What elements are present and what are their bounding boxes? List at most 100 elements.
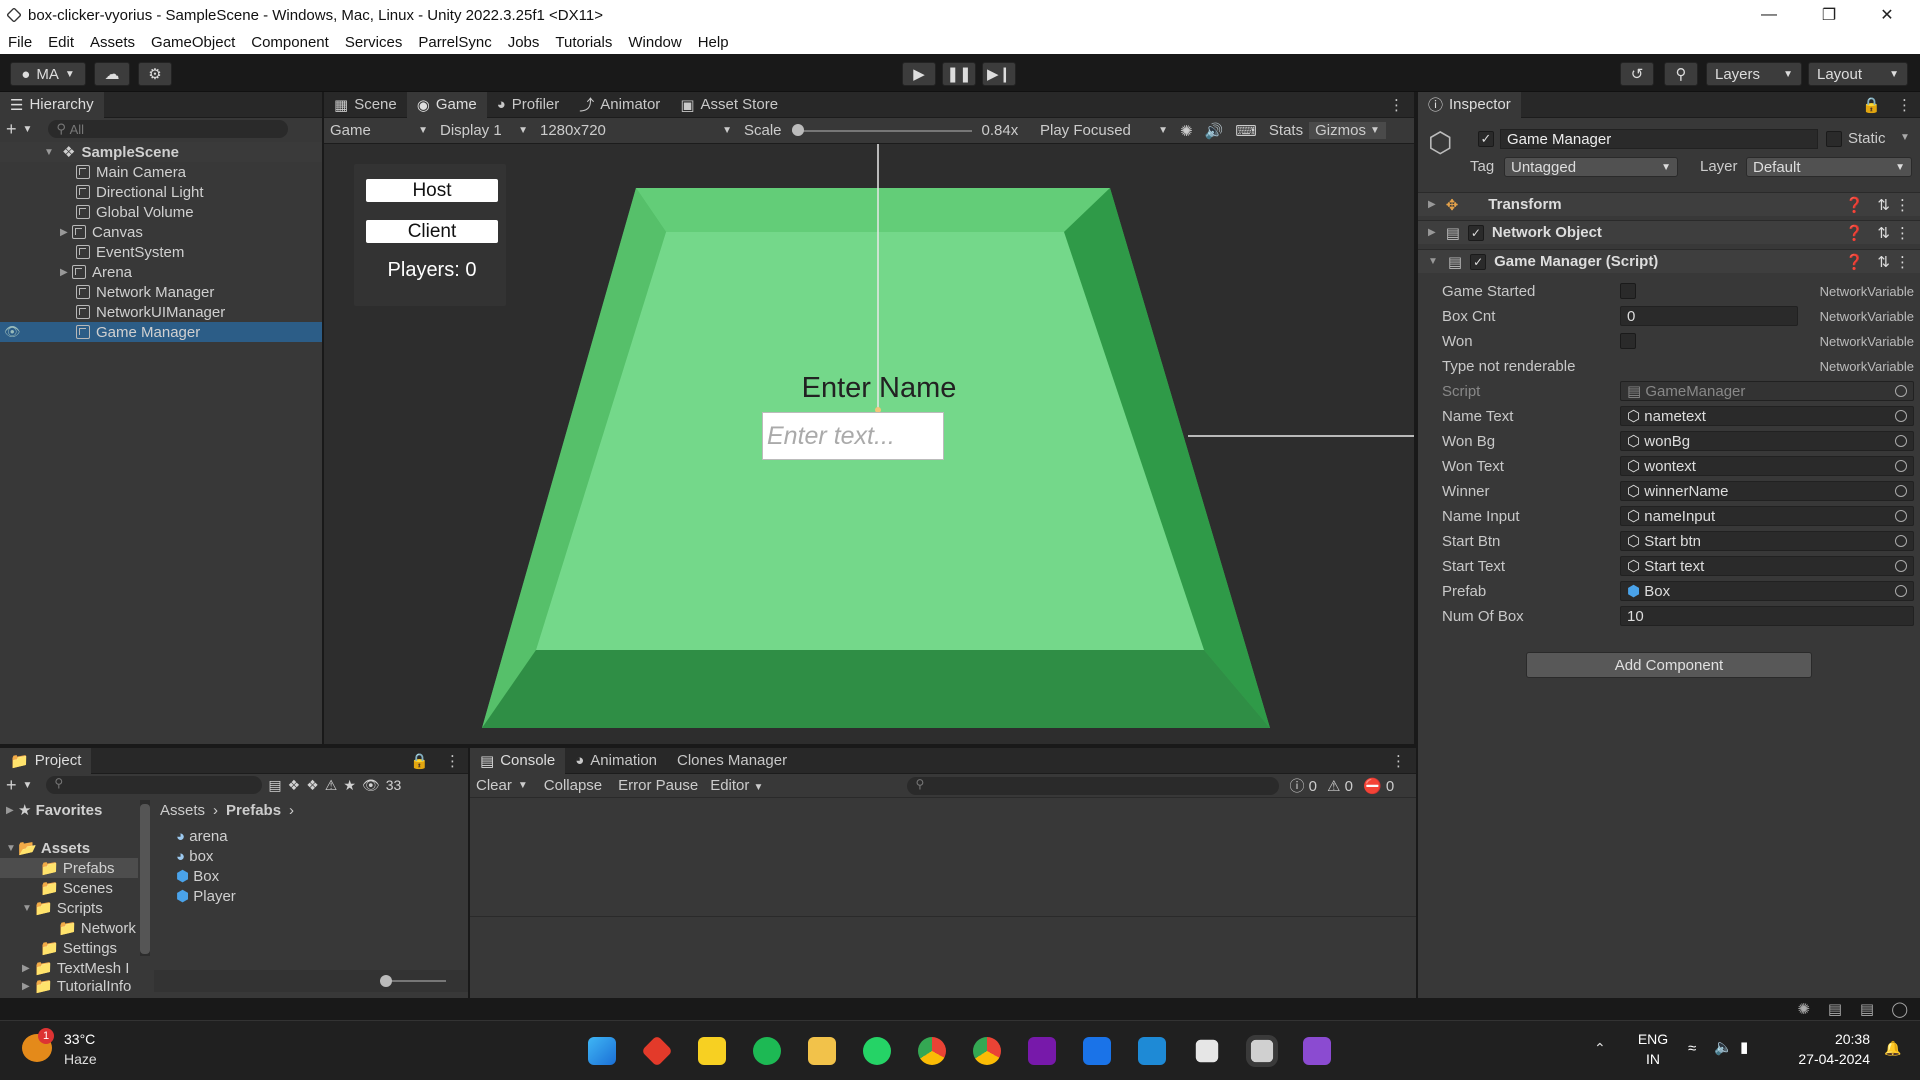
- object-picker-icon[interactable]: [1895, 435, 1907, 447]
- menu-edit[interactable]: Edit: [40, 34, 82, 51]
- unity-editor-icon[interactable]: [1246, 1035, 1279, 1068]
- folder-network[interactable]: 📁 Network: [58, 918, 136, 938]
- folder-scripts[interactable]: ▼ 📁 Scripts: [22, 898, 103, 918]
- folder-textmesh[interactable]: ▶ 📁 TextMesh I: [22, 958, 129, 978]
- tab-animation[interactable]: ◕ Animation: [565, 748, 667, 774]
- help-icon[interactable]: ❓: [1845, 253, 1864, 271]
- minimize-icon[interactable]: —: [1746, 0, 1792, 30]
- asset-item[interactable]: ◕ box: [176, 846, 213, 866]
- history-icon[interactable]: ↺: [1620, 62, 1654, 86]
- help-icon[interactable]: ❓: [1845, 224, 1864, 242]
- lang-primary[interactable]: ENG: [1636, 1031, 1670, 1047]
- whatsapp-icon[interactable]: [863, 1037, 891, 1065]
- clear-options-icon[interactable]: ▼: [518, 780, 536, 791]
- sticky-notes-icon[interactable]: [698, 1037, 726, 1065]
- close-icon[interactable]: ✕: [1864, 0, 1910, 30]
- folder-prefabs[interactable]: 📁 Prefabs: [0, 858, 138, 878]
- more-menu-icon[interactable]: ⋮: [1391, 752, 1406, 770]
- expand-arrow-icon[interactable]: ▶: [60, 227, 72, 238]
- add-icon[interactable]: +: [6, 775, 17, 796]
- num-of-box-input[interactable]: 10: [1620, 606, 1914, 626]
- clock-time[interactable]: 20:38: [1780, 1031, 1870, 1047]
- client-button[interactable]: Client: [366, 220, 498, 243]
- play-button[interactable]: ▶: [902, 62, 936, 86]
- name-text-ref-field[interactable]: ⬡ nametext: [1620, 406, 1914, 426]
- clear-button[interactable]: Clear: [470, 777, 518, 794]
- folder-tutorialinfo[interactable]: ▶ 📁 TutorialInfo: [22, 978, 131, 994]
- layers-dropdown[interactable]: Layers ▼: [1706, 62, 1802, 86]
- host-button[interactable]: Host: [366, 179, 498, 202]
- hierarchy-item[interactable]: Global Volume: [76, 202, 194, 222]
- component-enabled-checkbox[interactable]: ✓: [1467, 224, 1484, 241]
- scene-row[interactable]: ▼ ❖ SampleScene: [0, 142, 322, 162]
- unity-hub-icon[interactable]: [1195, 1039, 1219, 1063]
- favorites-row[interactable]: ▶ ★ Favorites: [6, 800, 102, 820]
- folder-settings[interactable]: 📁 Settings: [40, 938, 117, 958]
- onenote-icon[interactable]: [1028, 1037, 1056, 1065]
- name-input-field[interactable]: Enter text...: [762, 412, 944, 460]
- vscode-icon[interactable]: [1138, 1037, 1166, 1065]
- more-menu-icon[interactable]: ⋮: [1389, 96, 1404, 114]
- hierarchy-item[interactable]: NetworkUIManager: [76, 302, 225, 322]
- object-picker-icon[interactable]: [1895, 485, 1907, 497]
- component-game-manager-header[interactable]: ▼ ▤ ✓ Game Manager (Script) ❓ ⇅ ⋮: [1418, 249, 1920, 273]
- hierarchy-search-input[interactable]: ⚲ All: [48, 120, 289, 138]
- cloud-icon[interactable]: ☁: [94, 62, 130, 86]
- view-dropdown[interactable]: Game ▼: [324, 122, 434, 139]
- menu-parrelsync[interactable]: ParrelSync: [410, 34, 499, 51]
- battery-icon[interactable]: ▮: [1740, 1038, 1748, 1056]
- tab-clones-manager[interactable]: Clones Manager: [667, 748, 797, 774]
- file-explorer-icon[interactable]: [808, 1037, 836, 1065]
- tab-console[interactable]: ▤ Console: [470, 747, 566, 774]
- hierarchy-item[interactable]: Main Camera: [76, 162, 186, 182]
- search-icon[interactable]: ⚲: [1664, 62, 1698, 86]
- won-checkbox[interactable]: [1620, 333, 1636, 349]
- hierarchy-item[interactable]: ▶ Canvas: [60, 222, 143, 242]
- object-name-input[interactable]: Game Manager: [1500, 129, 1818, 149]
- preset-icon[interactable]: ⇅: [1877, 196, 1890, 214]
- scale-slider[interactable]: Scale 0.84x: [738, 122, 1034, 139]
- lock-icon[interactable]: 🔒: [410, 752, 429, 770]
- chrome-profile-icon[interactable]: [973, 1037, 1001, 1065]
- stats-button[interactable]: Stats: [1263, 122, 1309, 139]
- active-checkbox[interactable]: ✓: [1478, 131, 1494, 147]
- filter-label-icon[interactable]: ❖: [288, 777, 301, 794]
- windows-start-icon[interactable]: [588, 1037, 616, 1065]
- layout-dropdown[interactable]: Layout ▼: [1808, 62, 1908, 86]
- warning-filter-icon[interactable]: ⚠: [325, 777, 338, 794]
- tab-hierarchy[interactable]: ☰ Hierarchy: [0, 91, 104, 118]
- tab-scene[interactable]: ▦ Scene: [324, 92, 407, 118]
- network-icon[interactable]: ▤: [1860, 1000, 1874, 1018]
- restore-icon[interactable]: ❐: [1806, 0, 1852, 30]
- hierarchy-item[interactable]: Directional Light: [76, 182, 204, 202]
- preset-icon[interactable]: ⇅: [1877, 253, 1890, 271]
- account-button[interactable]: ● MA ▼: [10, 62, 86, 86]
- star-icon[interactable]: ★: [343, 777, 356, 794]
- audio-icon[interactable]: 🔊: [1199, 122, 1230, 140]
- bug-icon[interactable]: ✺: [1174, 122, 1199, 140]
- menu-window[interactable]: Window: [620, 34, 689, 51]
- spotify-icon[interactable]: [753, 1037, 781, 1065]
- lock-icon[interactable]: 🔒: [1862, 96, 1881, 114]
- box-cnt-input[interactable]: 0: [1620, 306, 1798, 326]
- project-search-input[interactable]: ⚲: [46, 776, 263, 794]
- preset-icon[interactable]: ⇅: [1877, 224, 1890, 242]
- menu-tutorials[interactable]: Tutorials: [547, 34, 620, 51]
- object-picker-icon[interactable]: [1895, 410, 1907, 422]
- menu-jobs[interactable]: Jobs: [500, 34, 548, 51]
- asset-item[interactable]: ⬢ Player: [176, 886, 236, 906]
- tab-inspector[interactable]: ⓘ Inspector: [1418, 91, 1521, 118]
- visual-studio-icon[interactable]: [1303, 1037, 1331, 1065]
- object-picker-icon[interactable]: [1895, 510, 1907, 522]
- game-started-checkbox[interactable]: [1620, 283, 1636, 299]
- play-mode-dropdown[interactable]: Play Focused ▼: [1034, 122, 1174, 139]
- start-text-ref-field[interactable]: ⬡ Start text: [1620, 556, 1914, 576]
- step-button[interactable]: ▶❙: [982, 62, 1016, 86]
- hierarchy-item[interactable]: EventSystem: [76, 242, 184, 262]
- editor-dropdown[interactable]: Editor ▼: [706, 777, 767, 794]
- calendar-icon[interactable]: [1083, 1037, 1111, 1065]
- component-transform-header[interactable]: ▶ ✥ Transform ❓ ⇅ ⋮: [1418, 192, 1920, 216]
- lang-secondary[interactable]: IN: [1636, 1051, 1670, 1067]
- object-picker-icon[interactable]: [1895, 585, 1907, 597]
- resolution-dropdown[interactable]: 1280x720 ▼: [534, 122, 738, 139]
